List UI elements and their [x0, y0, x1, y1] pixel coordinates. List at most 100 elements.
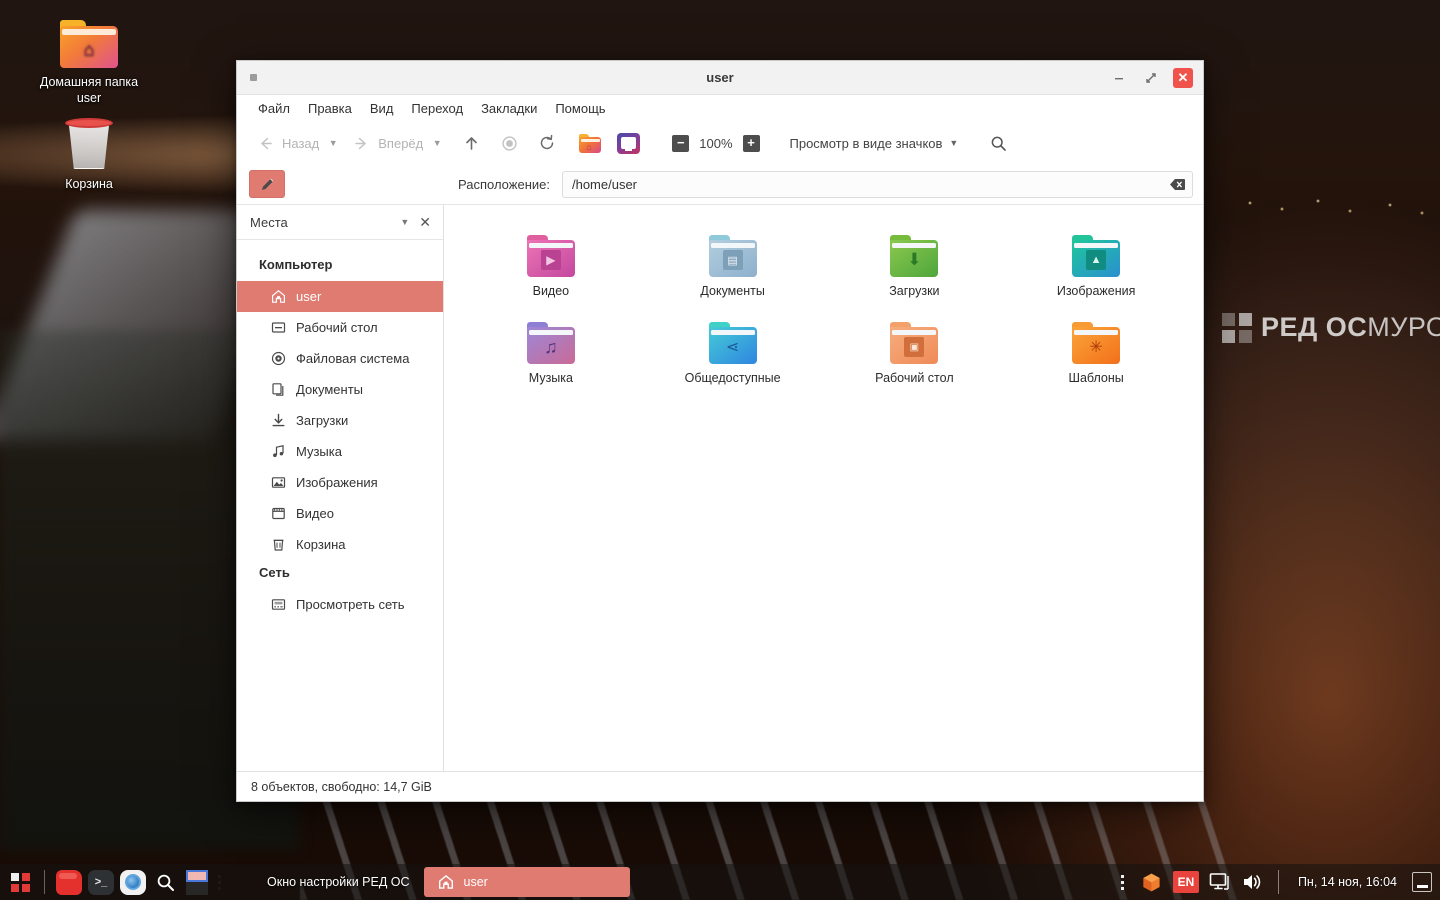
launcher-browser[interactable] [119, 868, 147, 896]
redos-grid-icon [1222, 313, 1252, 343]
system-tray[interactable]: EN Пн, 14 ноя, 16:04 [1115, 870, 1440, 894]
sidebar-item-browse-network[interactable]: Просмотреть сеть [237, 589, 443, 620]
file-label: Документы [700, 284, 764, 298]
menu-go[interactable]: Переход [402, 98, 472, 119]
home-button[interactable]: ⌂ [573, 130, 607, 157]
sidebar-item-pictures[interactable]: Изображения [237, 467, 443, 498]
menu-file[interactable]: Файл [249, 98, 299, 119]
folder-music-icon: ♫ [527, 322, 575, 364]
search-icon[interactable] [990, 135, 1007, 152]
disk-icon [270, 351, 286, 367]
chevron-down-icon[interactable]: ▼ [392, 217, 417, 227]
redos-grid-icon [243, 875, 258, 890]
launcher-bar[interactable]: >_ [49, 868, 211, 896]
desktop-icon-label: Корзина [65, 177, 113, 191]
launcher-terminal[interactable]: >_ [87, 868, 115, 896]
sidebar-group-network: Сеть [237, 560, 443, 589]
package-icon[interactable] [1140, 870, 1164, 894]
view-mode-label: Просмотр в виде значков [790, 136, 943, 151]
forward-history-caret-icon[interactable]: ▼ [429, 133, 445, 153]
back-button[interactable]: Назад [249, 129, 325, 157]
show-desktop-icon[interactable] [1412, 872, 1432, 892]
location-bar[interactable]: Расположение: [237, 164, 1203, 204]
window-body: Места ▼ ✕ Компьютер user [237, 204, 1203, 771]
file-label: Шаблоны [1068, 371, 1123, 385]
launcher-search[interactable] [151, 868, 179, 896]
window-titlebar[interactable]: user ✕ [237, 61, 1203, 95]
pencil-icon[interactable] [249, 170, 285, 198]
menu-edit[interactable]: Правка [299, 98, 361, 119]
display-icon[interactable] [1208, 870, 1232, 894]
desktop[interactable]: РЕД ОСМУРОМ ⌂ Домашняя папка user Корзин… [0, 0, 1440, 900]
sidebar-item-user[interactable]: user [237, 281, 443, 312]
redos-menu-icon [11, 873, 30, 892]
search-icon [156, 873, 175, 892]
stop-icon [499, 133, 519, 153]
menu-bookmarks[interactable]: Закладки [472, 98, 546, 119]
arrow-left-icon [255, 133, 275, 153]
menubar[interactable]: Файл Правка Вид Переход Закладки Помощь [237, 95, 1203, 122]
file-item-public[interactable]: ⋖ Общедоступные [642, 316, 824, 391]
file-item-templates[interactable]: ✳ Шаблоны [1005, 316, 1187, 391]
sidebar-item-documents[interactable]: Документы [237, 374, 443, 405]
task-redos-settings[interactable]: Окно настройки РЕД ОС [229, 867, 424, 897]
folder-desktop-icon: ▣ [890, 322, 938, 364]
computer-icon [617, 133, 640, 154]
start-menu-button[interactable] [0, 864, 40, 900]
sidebar-item-label: Музыка [296, 444, 342, 459]
task-list[interactable]: Окно настройки РЕД ОС user [227, 867, 1115, 897]
menu-view[interactable]: Вид [361, 98, 403, 119]
view-mode-dropdown[interactable]: Просмотр в виде значков ▼ [784, 133, 965, 154]
home-icon [270, 289, 286, 305]
sidebar-item-music[interactable]: Музыка [237, 436, 443, 467]
zoom-out-button[interactable]: − [672, 135, 689, 152]
desktop-icon-sublabel: user [77, 91, 101, 105]
up-button[interactable] [455, 129, 487, 157]
file-item-downloads[interactable]: ⬇ Загрузки [824, 229, 1006, 304]
file-list-area[interactable]: ▶ Видео ▤ Документы [444, 205, 1203, 771]
task-list-handle[interactable] [215, 871, 223, 893]
sidebar-item-downloads[interactable]: Загрузки [237, 405, 443, 436]
forward-button[interactable]: Вперёд [345, 129, 429, 157]
sidebar[interactable]: Места ▼ ✕ Компьютер user [237, 205, 444, 771]
clear-icon[interactable] [1169, 176, 1186, 193]
desktop-icon-home-folder[interactable]: ⌂ Домашняя папка user [14, 20, 164, 106]
back-history-caret-icon[interactable]: ▼ [325, 133, 341, 153]
launcher-file-manager[interactable] [55, 868, 83, 896]
file-label: Загрузки [889, 284, 939, 298]
reload-button[interactable] [531, 129, 563, 157]
menu-help[interactable]: Помощь [546, 98, 614, 119]
file-label: Общедоступные [685, 371, 781, 385]
task-label: user [464, 875, 488, 889]
file-item-pictures[interactable]: ▲ Изображения [1005, 229, 1187, 304]
tray-overflow-icon[interactable] [1119, 871, 1127, 893]
language-icon[interactable]: EN [1173, 871, 1199, 893]
stop-button[interactable] [493, 129, 525, 157]
computer-button[interactable] [611, 129, 646, 158]
task-user-window[interactable]: user [424, 867, 630, 897]
sidebar-item-trash[interactable]: Корзина [237, 529, 443, 560]
file-item-documents[interactable]: ▤ Документы [642, 229, 824, 304]
sidebar-item-video[interactable]: Видео [237, 498, 443, 529]
sidebar-item-filesystem[interactable]: Файловая система [237, 343, 443, 374]
file-item-desktop[interactable]: ▣ Рабочий стол [824, 316, 1006, 391]
volume-icon[interactable] [1241, 870, 1265, 894]
sidebar-item-label: Изображения [296, 475, 378, 490]
file-label: Видео [533, 284, 570, 298]
clock[interactable]: Пн, 14 ноя, 16:04 [1292, 875, 1403, 889]
home-folder-icon: ⌂ [579, 134, 601, 153]
zoom-in-button[interactable]: + [743, 135, 760, 152]
toolbar[interactable]: Назад ▼ Вперёд ▼ [237, 122, 1203, 164]
file-item-video[interactable]: ▶ Видео [460, 229, 642, 304]
file-manager-window[interactable]: user ✕ Файл Правка Вид Переход [236, 60, 1204, 802]
sidebar-item-desktop[interactable]: Рабочий стол [237, 312, 443, 343]
desktop-icon-trash[interactable]: Корзина [14, 118, 164, 192]
location-input[interactable] [562, 171, 1193, 198]
taskbar[interactable]: >_ Окно настройки РЕД ОС [0, 864, 1440, 900]
sidebar-close-icon[interactable]: ✕ [417, 214, 433, 231]
terminal-icon: >_ [88, 870, 114, 895]
launcher-screenshot[interactable] [183, 868, 211, 896]
file-item-music[interactable]: ♫ Музыка [460, 316, 642, 391]
location-input-wrap [562, 171, 1193, 198]
desktop-icon [270, 320, 286, 336]
